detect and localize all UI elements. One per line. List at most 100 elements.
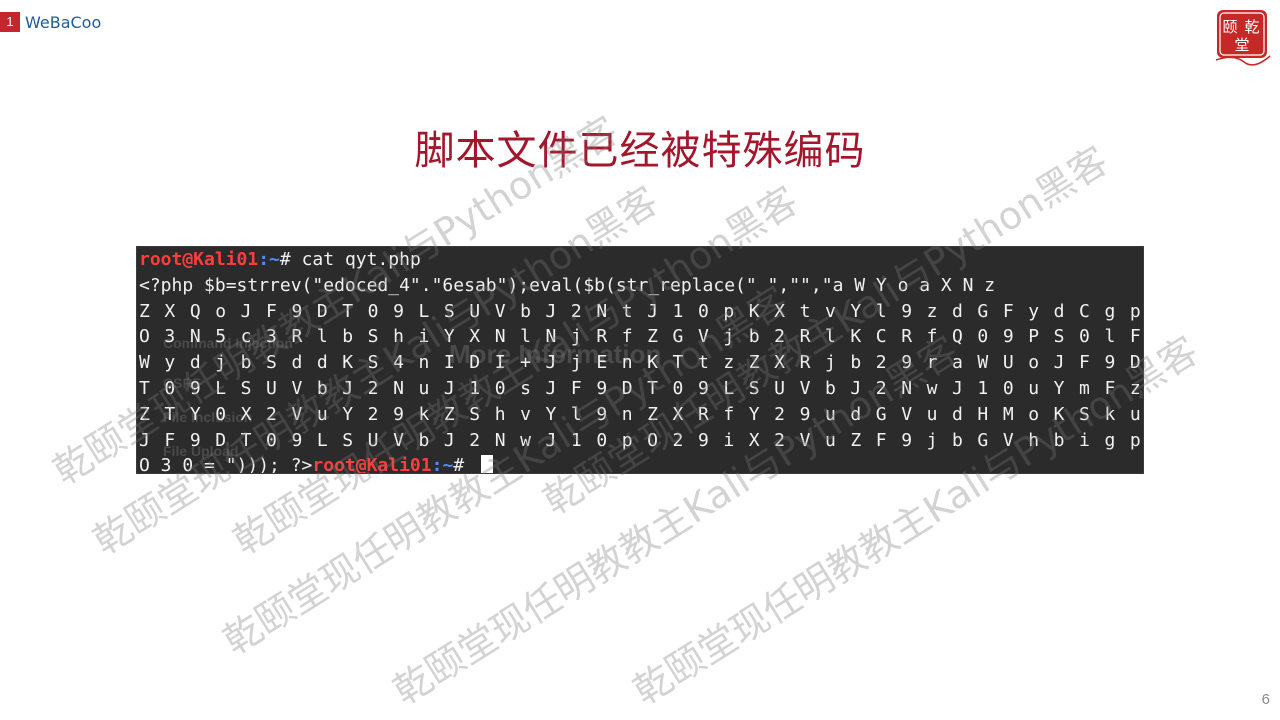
code-token: D xyxy=(215,429,227,451)
code-token: u xyxy=(316,403,328,425)
code-token: k xyxy=(1104,403,1116,425)
code-token: g xyxy=(1104,300,1116,322)
code-token: G xyxy=(977,429,989,451)
code-token: + xyxy=(520,352,531,374)
code-token: J xyxy=(647,300,658,322)
code-token: i xyxy=(723,429,735,451)
code-token: d xyxy=(1053,300,1065,322)
code-token: G xyxy=(875,403,887,425)
code-token: o xyxy=(215,300,227,322)
code-token: 9 xyxy=(1002,326,1014,348)
code-token: n xyxy=(621,403,633,425)
code-token: 9 xyxy=(697,377,709,399)
code-token: G xyxy=(977,300,989,322)
prompt-path: :~ xyxy=(431,455,454,474)
code-token: h xyxy=(494,403,506,425)
code-token: 9 xyxy=(901,429,913,451)
code-token: Z xyxy=(647,403,658,425)
code-token: N xyxy=(901,377,913,399)
code-token: S xyxy=(469,403,481,425)
code-token: i xyxy=(418,326,430,348)
code-token: p xyxy=(621,429,633,451)
code-token: T xyxy=(647,377,658,399)
code-token: D xyxy=(469,352,481,374)
code-token: y xyxy=(164,352,176,374)
code-token: J xyxy=(1053,352,1065,374)
code-token: 9 xyxy=(1104,352,1116,374)
code-token: l xyxy=(824,326,836,348)
terminal-output: root@Kali01:~# cat qyt.php <?php $b=strr… xyxy=(139,247,1141,474)
code-token: R xyxy=(291,326,303,348)
code-token: u xyxy=(926,403,938,425)
logo-char-3: 堂 xyxy=(1234,36,1249,54)
code-token: Y xyxy=(443,326,455,348)
code-token: J xyxy=(443,377,455,399)
prompt-symbol: # xyxy=(279,249,302,270)
code-token: Z xyxy=(443,403,455,425)
code-token: j xyxy=(570,352,582,374)
code-token: d xyxy=(850,403,862,425)
code-line: ZTY0X2VuY29kZShvYl9nZXRfY29udGVudHMoKSku xyxy=(139,402,1141,428)
section-name: WeBaCoo xyxy=(25,12,102,32)
slide-title: 脚本文件已经被特殊编码 xyxy=(414,128,866,174)
code-token: F xyxy=(1079,352,1090,374)
code-token: b xyxy=(824,377,836,399)
code-token: 2 xyxy=(469,429,481,451)
prompt-user: root@Kali01 xyxy=(139,249,259,270)
code-token: n xyxy=(621,352,633,374)
code-token: z xyxy=(723,352,735,374)
code-token: J xyxy=(952,377,963,399)
code-token: J xyxy=(545,300,557,322)
code-token: o xyxy=(1028,403,1040,425)
code-token: 0 xyxy=(367,300,379,322)
code-token: 0 xyxy=(266,429,277,451)
code-tail: O 3 0 = "))); ?> xyxy=(139,455,313,474)
code-token: V xyxy=(1002,429,1014,451)
code-token: S xyxy=(240,377,252,399)
code-token: Z xyxy=(139,403,150,425)
code-token: a xyxy=(952,352,963,374)
code-token: b xyxy=(850,352,862,374)
code-token: l xyxy=(520,326,531,348)
code-token: U xyxy=(266,377,277,399)
code-token: U xyxy=(469,300,481,322)
code-token: I xyxy=(443,352,455,374)
code-token: 0 xyxy=(1002,377,1014,399)
code-token: L xyxy=(215,377,227,399)
code-token: d xyxy=(291,352,303,374)
terminal-cursor[interactable] xyxy=(480,455,493,473)
code-token: N xyxy=(494,326,506,348)
code-token: u xyxy=(824,429,836,451)
code-token: F xyxy=(1002,300,1014,322)
code-token: O xyxy=(139,326,150,348)
code-token: b xyxy=(1053,429,1065,451)
code-token: J xyxy=(443,429,455,451)
code-token: p xyxy=(1129,429,1141,451)
code-token: d xyxy=(952,403,963,425)
code-token: Z xyxy=(139,300,150,322)
code-token: F xyxy=(164,429,176,451)
code-token: z xyxy=(926,300,938,322)
command-text: cat qyt.php xyxy=(301,249,421,270)
code-token: S xyxy=(367,326,379,348)
code-token: w xyxy=(520,429,531,451)
prompt-symbol: # xyxy=(453,455,475,474)
code-token: K xyxy=(1053,403,1065,425)
code-token: R xyxy=(799,326,811,348)
code-token: h xyxy=(1028,429,1040,451)
code-token: 0 xyxy=(1079,326,1090,348)
code-token: j xyxy=(723,326,735,348)
code-token: T xyxy=(240,429,252,451)
code-token: J xyxy=(545,377,557,399)
code-token: X xyxy=(774,352,785,374)
code-token: 9 xyxy=(189,429,201,451)
code-token: j xyxy=(824,352,836,374)
code-token: b xyxy=(520,300,531,322)
code-token: z xyxy=(1129,377,1141,399)
code-token: Z xyxy=(647,326,658,348)
code-token: j xyxy=(570,326,582,348)
code-token: 9 xyxy=(393,300,404,322)
code-token: M xyxy=(1002,403,1014,425)
code-token: Y xyxy=(1053,377,1065,399)
code-token: X xyxy=(469,326,481,348)
